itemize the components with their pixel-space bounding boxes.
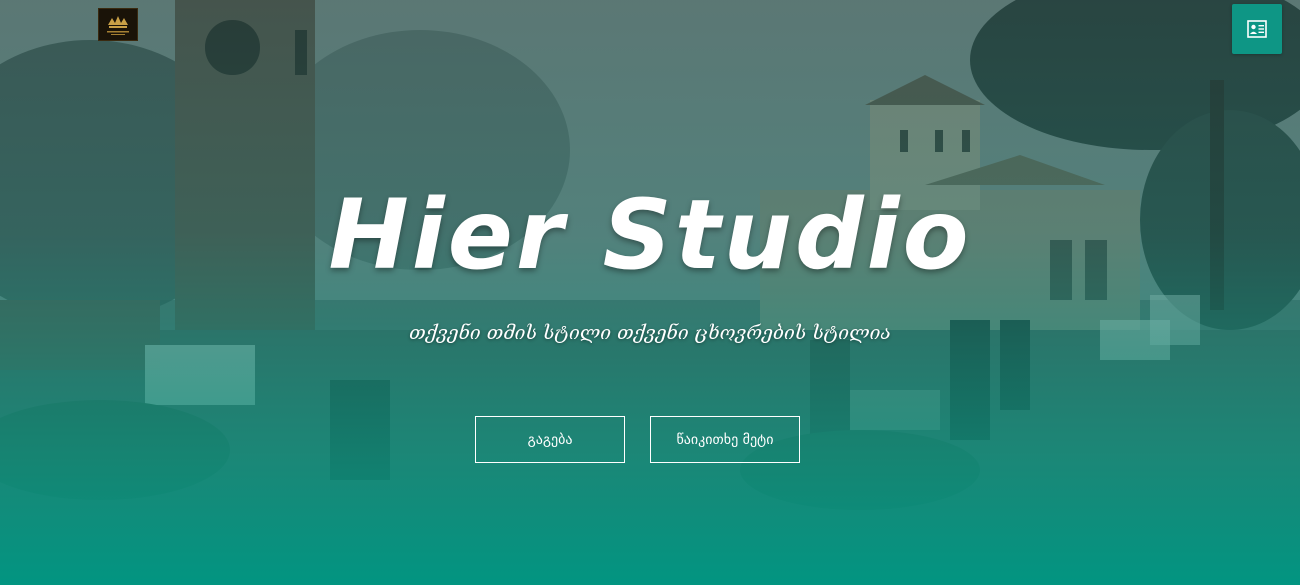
- hero-section: Hier Studio თქვენი თმის სტილი თქვენი ცხო…: [0, 0, 1300, 585]
- contact-card-button[interactable]: [1232, 4, 1282, 54]
- read-more-button[interactable]: წაიკითხე მეტი: [650, 416, 800, 463]
- hero-subtitle: თქვენი თმის სტილი თქვენი ცხოვრების სტილი…: [409, 322, 891, 344]
- crown-crest-icon: [107, 15, 129, 35]
- learn-button[interactable]: გაგება: [475, 416, 625, 463]
- contact-card-icon: [1247, 20, 1267, 38]
- hero-title: Hier Studio: [328, 179, 972, 291]
- brand-logo[interactable]: [98, 8, 138, 41]
